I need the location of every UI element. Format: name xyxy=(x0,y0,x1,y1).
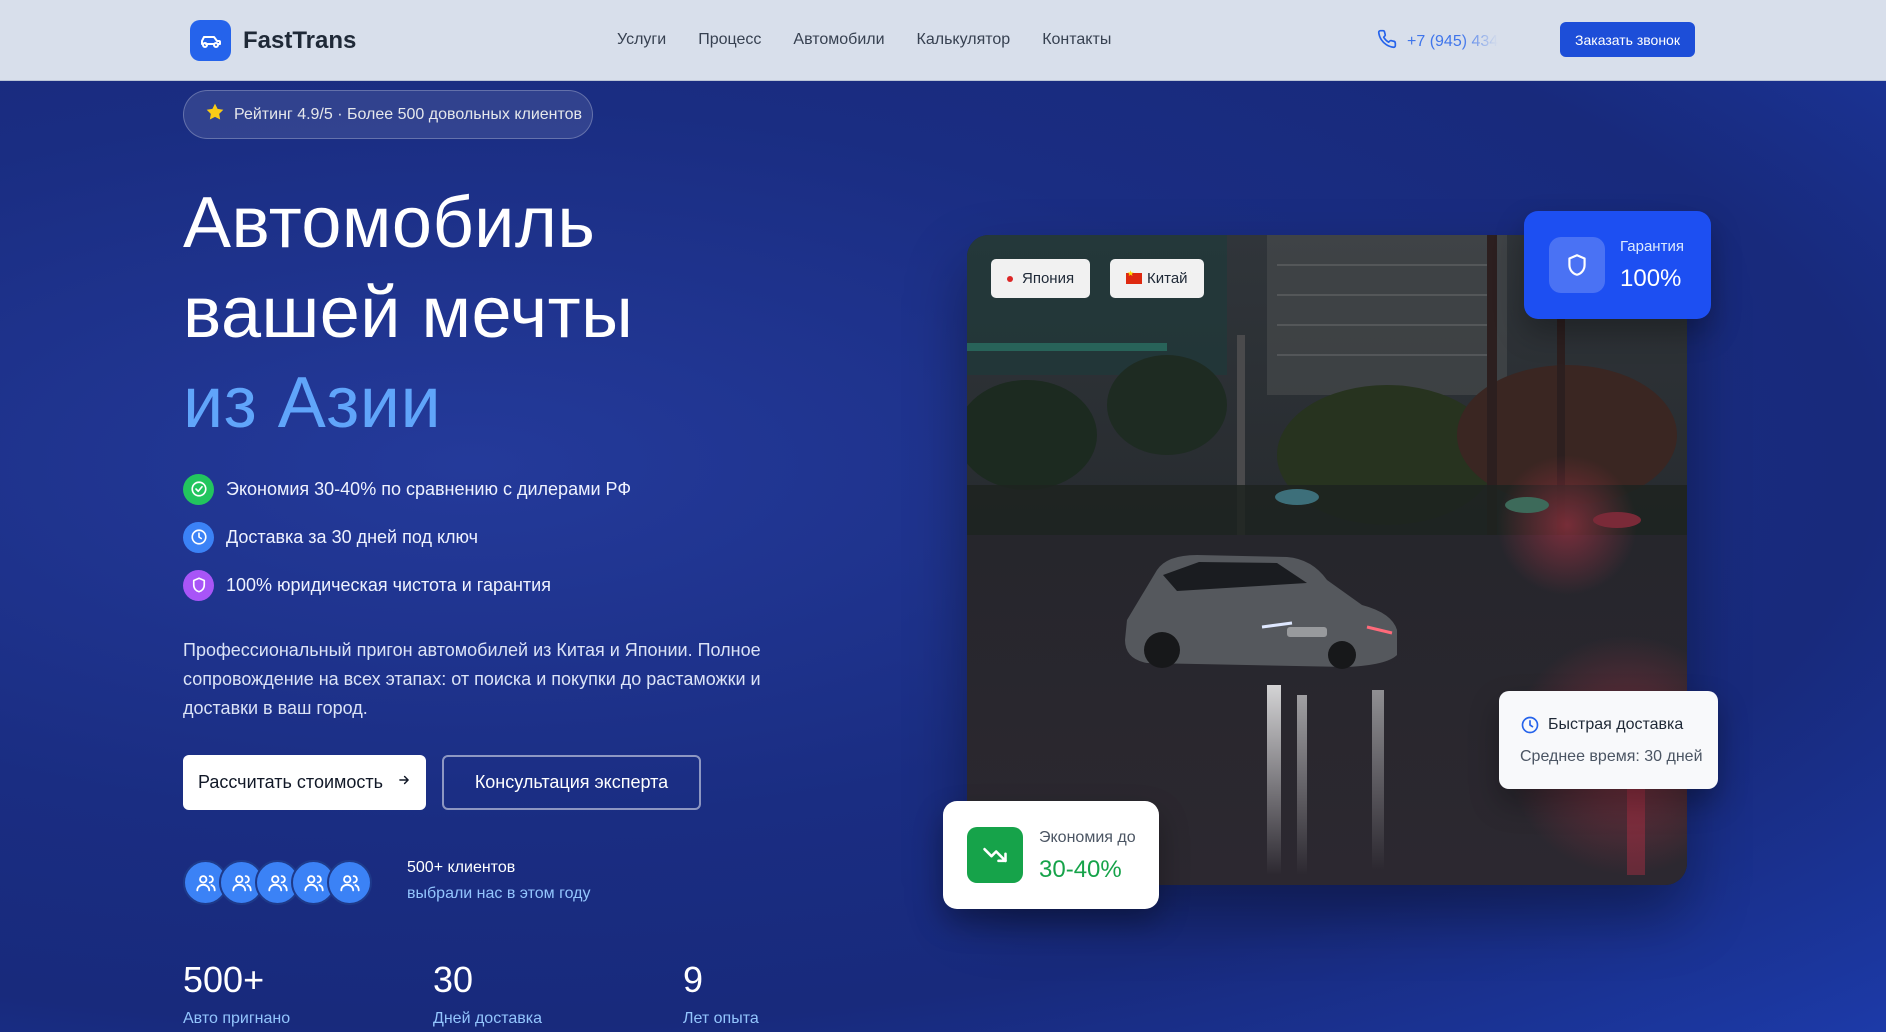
feature-text: Доставка за 30 дней под ключ xyxy=(226,526,479,547)
shield-icon xyxy=(183,569,214,601)
clients-count: 500+ клиентов xyxy=(407,859,516,876)
star-icon xyxy=(205,102,225,127)
delivery-subtitle: Среднее время: 30 дней xyxy=(1520,748,1703,765)
stat-value: 9 xyxy=(683,959,704,1000)
users-icon xyxy=(327,860,372,905)
site-header: FastTrans Услуги Процесс Автомобили Каль… xyxy=(0,0,1886,81)
clock-icon xyxy=(1521,716,1539,734)
delivery-title-text: Быстрая доставка xyxy=(1548,716,1684,733)
nav-item-calculator[interactable]: Калькулятор xyxy=(917,31,1011,49)
clock-icon xyxy=(183,521,214,553)
savings-card: Экономия до 30-40% xyxy=(943,801,1159,909)
shield-icon xyxy=(1549,237,1605,293)
tag-china[interactable]: Китай xyxy=(1110,259,1204,298)
stat-label: Дней доставка xyxy=(433,1010,542,1027)
feature-list: Экономия 30-40% по сравнению с дилерами … xyxy=(183,473,631,618)
phone-icon xyxy=(1377,29,1397,54)
order-call-button[interactable]: Заказать звонок xyxy=(1560,22,1695,57)
stat-item: 9 Лет опыта xyxy=(683,958,759,1028)
feature-item: 100% юридическая чистота и гарантия xyxy=(183,569,631,601)
savings-label: Экономия до xyxy=(1039,829,1136,846)
main-nav: Услуги Процесс Автомобили Калькулятор Ко… xyxy=(617,31,1143,49)
phone-link[interactable]: +7 (945) 434 xyxy=(1377,29,1498,54)
guarantee-card: Гарантия 100% xyxy=(1524,211,1711,319)
clients-subtitle: выбрали нас в этом году xyxy=(407,885,591,902)
car-icon xyxy=(190,20,231,61)
stat-item: 500+ Авто пригнано xyxy=(183,958,290,1028)
fast-delivery-card: Быстрая доставка Среднее время: 30 дней xyxy=(1499,691,1718,789)
china-flag-icon xyxy=(1126,269,1142,284)
logo-text: FastTrans xyxy=(243,26,357,54)
nav-item-process[interactable]: Процесс xyxy=(698,31,761,49)
guarantee-value: 100% xyxy=(1620,265,1682,292)
expert-consultation-button[interactable]: Консультация эксперта xyxy=(442,755,701,810)
hero-title-line-2: вашей мечты xyxy=(183,273,634,353)
delivery-title: Быстрая доставка xyxy=(1520,715,1683,735)
stat-value: 500+ xyxy=(183,959,265,1000)
feature-text: Экономия 30-40% по сравнению с дилерами … xyxy=(226,478,631,499)
phone-number: +7 (945) 434 xyxy=(1407,32,1499,50)
rating-badge: Рейтинг 4.9/5 · Более 500 довольных клие… xyxy=(183,90,593,139)
rating-text: Рейтинг 4.9/5 · Более 500 довольных клие… xyxy=(234,105,583,123)
japan-flag-icon xyxy=(1007,275,1013,282)
savings-value: 30-40% xyxy=(1039,856,1122,883)
hero-title: Автомобиль вашей мечты из Азии xyxy=(183,178,633,448)
client-avatars xyxy=(183,860,372,905)
feature-item: Доставка за 30 дней под ключ xyxy=(183,521,631,553)
stat-item: 30 Дней доставка xyxy=(433,958,542,1028)
tag-japan-label: Япония xyxy=(1022,270,1075,287)
guarantee-label: Гарантия xyxy=(1620,238,1684,255)
tag-japan[interactable]: Япония xyxy=(991,259,1091,298)
arrow-right-icon xyxy=(397,773,411,792)
calculate-cost-button[interactable]: Рассчитать стоимость xyxy=(183,755,426,810)
trending-down-icon xyxy=(967,827,1023,883)
tag-china-label: Китай xyxy=(1147,270,1188,287)
clients-info: 500+ клиентов выбрали нас в этом году xyxy=(407,859,590,903)
hero-title-line-1: Автомобиль xyxy=(183,183,596,263)
feature-item: Экономия 30-40% по сравнению с дилерами … xyxy=(183,473,631,505)
calculate-cost-label: Рассчитать стоимость xyxy=(197,772,384,792)
nav-item-cars[interactable]: Автомобили xyxy=(793,31,884,49)
hero-title-line-3: из Азии xyxy=(183,363,442,443)
stat-label: Лет опыта xyxy=(683,1010,759,1027)
feature-text: 100% юридическая чистота и гарантия xyxy=(226,574,551,595)
nav-item-contacts[interactable]: Контакты xyxy=(1042,31,1111,49)
check-circle-icon xyxy=(183,473,214,505)
stat-value: 30 xyxy=(433,959,474,1000)
hero-description: Профессиональный пригон автомобилей из К… xyxy=(183,640,761,718)
logo[interactable]: FastTrans xyxy=(190,20,356,61)
nav-item-services[interactable]: Услуги xyxy=(617,31,666,49)
stat-label: Авто пригнано xyxy=(183,1010,291,1027)
